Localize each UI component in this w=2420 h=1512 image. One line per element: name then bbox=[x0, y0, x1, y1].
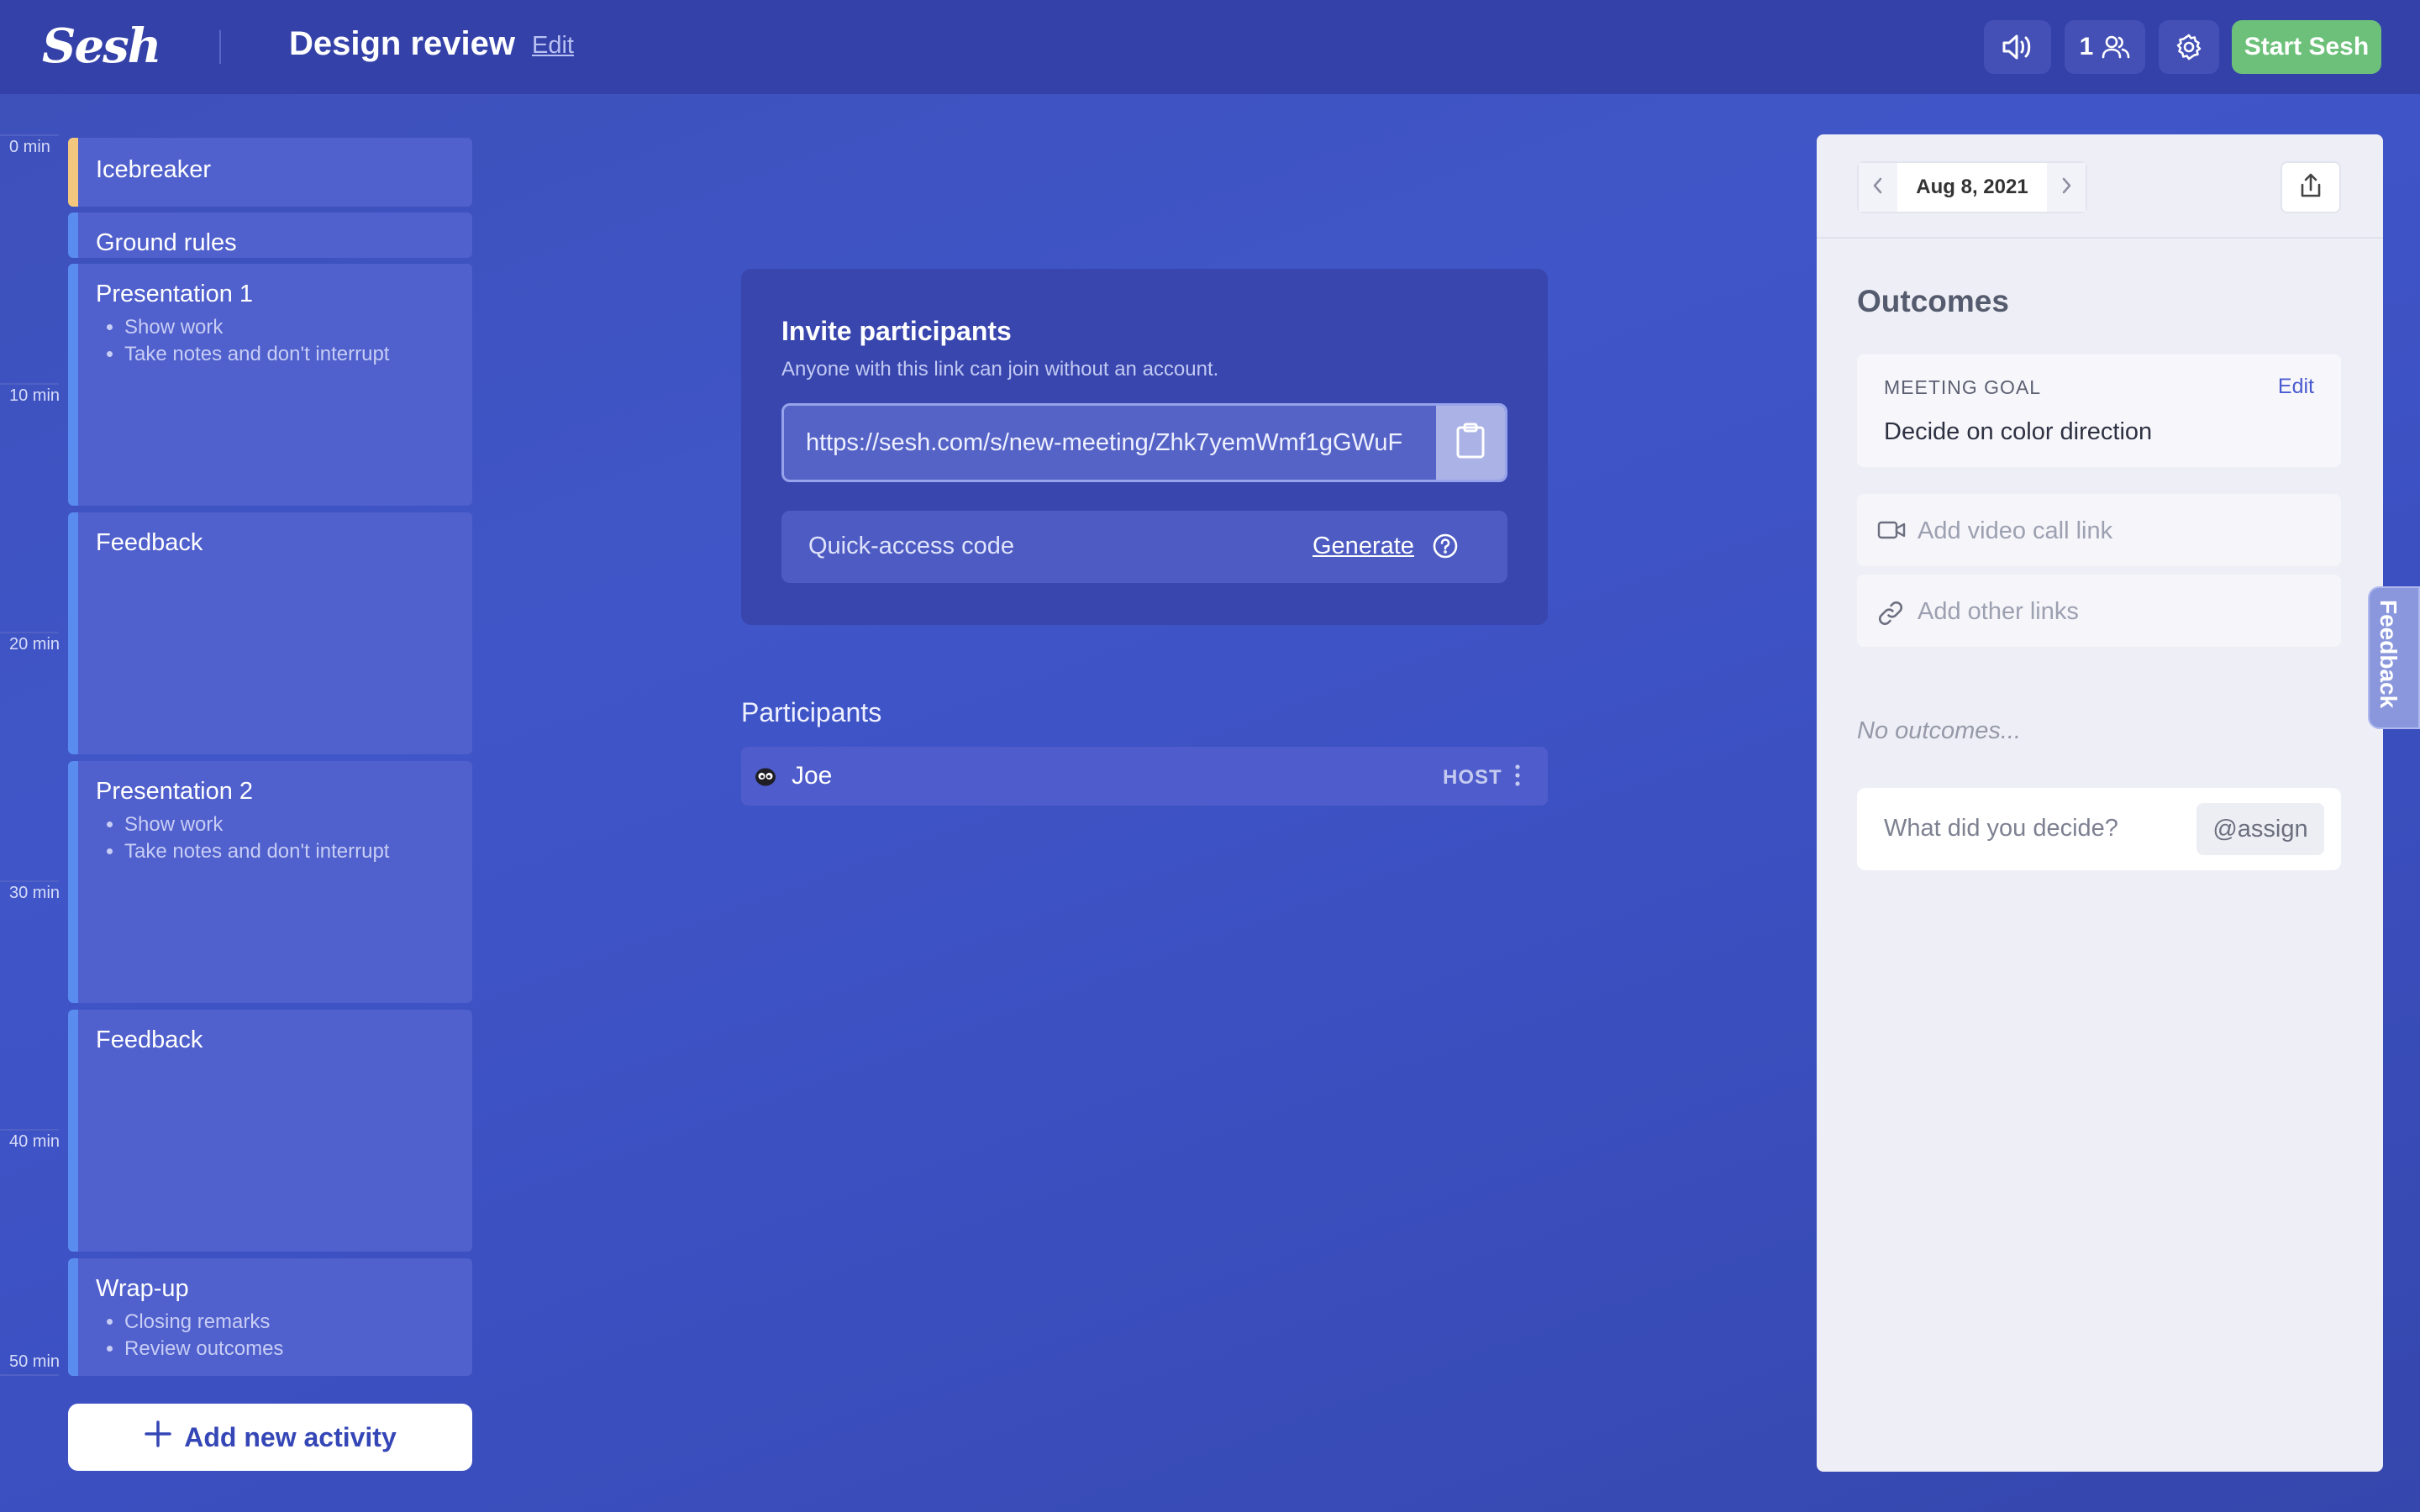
participants-button[interactable]: 1 bbox=[2065, 20, 2145, 74]
participant-row[interactable]: Joe HOST bbox=[741, 747, 1548, 806]
activity-card[interactable]: Feedback bbox=[68, 1010, 472, 1252]
activity-notes: Show work Take notes and don't interrupt bbox=[96, 811, 389, 865]
start-sesh-button[interactable]: Start Sesh bbox=[2232, 20, 2381, 74]
activity-name: Feedback bbox=[96, 529, 203, 556]
activity-note: Review outcomes bbox=[124, 1336, 283, 1362]
chevron-left-icon bbox=[1872, 176, 1884, 199]
panel-toolbar: Aug 8, 2021 bbox=[1817, 134, 2383, 239]
activity-name: Presentation 1 bbox=[96, 281, 254, 307]
timeline-label: 40 min bbox=[9, 1132, 60, 1151]
timeline-label: 50 min bbox=[9, 1352, 60, 1371]
activity-note: Closing remarks bbox=[124, 1309, 283, 1336]
outcomes-heading: Outcomes bbox=[1857, 284, 2009, 318]
add-activity-label: Add new activity bbox=[184, 1421, 397, 1452]
share-button[interactable] bbox=[2281, 161, 2341, 213]
timeline-label: 0 min bbox=[9, 138, 50, 156]
outcomes-panel: Aug 8, 2021 Outcomes MEETING GOAL Edit D… bbox=[1817, 134, 2383, 1472]
host-badge: HOST bbox=[1443, 766, 1502, 789]
activity-note: Show work bbox=[124, 314, 389, 341]
sesh-logo[interactable]: Sesh bbox=[42, 18, 161, 74]
invite-card: Invite participants Anyone with this lin… bbox=[741, 269, 1548, 625]
activity-name: Icebreaker bbox=[96, 156, 212, 183]
decision-input[interactable]: What did you decide? @assign bbox=[1857, 788, 2341, 870]
link-icon bbox=[1877, 600, 1904, 631]
timeline-tick bbox=[0, 632, 59, 633]
add-activity-button[interactable]: Add new activity bbox=[68, 1404, 472, 1471]
generate-code-link[interactable]: Generate bbox=[1313, 533, 1414, 560]
activity-card[interactable]: Wrap-up Closing remarks Review outcomes bbox=[68, 1258, 472, 1376]
meeting-goal-value: Decide on color direction bbox=[1884, 418, 2153, 445]
quick-access-label: Quick-access code bbox=[808, 533, 1014, 559]
add-other-links[interactable]: Add other links bbox=[1857, 575, 2341, 647]
share-icon bbox=[2298, 172, 2323, 203]
timeline-tick bbox=[0, 383, 59, 385]
timeline-tick bbox=[0, 1374, 59, 1376]
activity-notes: Closing remarks Review outcomes bbox=[96, 1309, 283, 1362]
invite-title: Invite participants bbox=[781, 316, 1012, 346]
invite-link-text[interactable]: https://sesh.com/s/new-meeting/Zhk7yemWm… bbox=[806, 429, 1402, 457]
date-picker: Aug 8, 2021 bbox=[1857, 161, 2087, 213]
no-outcomes-text: No outcomes... bbox=[1857, 717, 2022, 744]
feedback-tab-label: Feedback bbox=[2375, 600, 2402, 709]
previous-date-button[interactable] bbox=[1859, 163, 1897, 212]
activity-note: Show work bbox=[124, 811, 389, 838]
timeline-label: 10 min bbox=[9, 386, 60, 405]
header-divider bbox=[219, 30, 221, 64]
activity-card[interactable]: Feedback bbox=[68, 512, 472, 754]
timeline-label: 20 min bbox=[9, 635, 60, 654]
page-title: Design review bbox=[289, 25, 516, 62]
edit-title-link[interactable]: Edit bbox=[532, 32, 574, 60]
activity-name: Presentation 2 bbox=[96, 778, 254, 805]
add-video-call-link[interactable]: Add video call link bbox=[1857, 494, 2341, 566]
clipboard-icon bbox=[1455, 423, 1486, 464]
speaker-icon bbox=[2001, 33, 2034, 61]
settings-button[interactable] bbox=[2159, 20, 2219, 74]
meeting-goal-label: MEETING GOAL bbox=[1884, 376, 2042, 398]
activity-notes: Show work Take notes and don't interrupt bbox=[96, 314, 389, 368]
activity-name: Ground rules bbox=[96, 229, 237, 256]
avatar-icon bbox=[755, 766, 776, 790]
activity-card[interactable]: Presentation 1 Show work Take notes and … bbox=[68, 264, 472, 506]
participant-count: 1 bbox=[2079, 33, 2094, 60]
feedback-tab[interactable]: Feedback bbox=[2368, 586, 2420, 729]
help-icon[interactable] bbox=[1432, 533, 1459, 564]
other-links-placeholder: Add other links bbox=[1918, 598, 2079, 625]
timeline-tick bbox=[0, 880, 59, 882]
invite-subtitle: Anyone with this link can join without a… bbox=[781, 358, 1219, 381]
timeline-label: 30 min bbox=[9, 884, 60, 902]
next-date-button[interactable] bbox=[2047, 163, 2086, 212]
assign-button[interactable]: @assign bbox=[2196, 803, 2324, 855]
quick-access-code-row: Quick-access code Generate bbox=[781, 511, 1507, 583]
timeline-tick bbox=[0, 134, 59, 136]
gear-icon bbox=[2175, 33, 2203, 61]
activity-card[interactable]: Presentation 2 Show work Take notes and … bbox=[68, 761, 472, 1003]
decision-placeholder: What did you decide? bbox=[1884, 815, 2118, 842]
copy-link-button[interactable] bbox=[1436, 406, 1505, 480]
participants-heading: Participants bbox=[741, 697, 882, 727]
plus-icon bbox=[144, 1420, 172, 1455]
activity-note: Take notes and don't interrupt bbox=[124, 341, 389, 368]
activity-card[interactable]: Icebreaker bbox=[68, 138, 472, 207]
activity-note: Take notes and don't interrupt bbox=[124, 838, 389, 865]
participant-name: Joe bbox=[792, 762, 833, 790]
top-bar: Sesh Design review Edit 1 Start Sesh bbox=[0, 0, 2420, 94]
video-camera-icon bbox=[1877, 519, 1906, 545]
meeting-goal-card: MEETING GOAL Edit Decide on color direct… bbox=[1857, 354, 2341, 467]
current-date[interactable]: Aug 8, 2021 bbox=[1897, 176, 2047, 199]
video-call-placeholder: Add video call link bbox=[1918, 517, 2113, 544]
invite-link-field[interactable]: https://sesh.com/s/new-meeting/Zhk7yemWm… bbox=[781, 403, 1507, 482]
timeline-tick bbox=[0, 1129, 59, 1131]
more-options-icon[interactable] bbox=[1512, 760, 1523, 795]
chevron-right-icon bbox=[2060, 176, 2072, 199]
users-icon bbox=[2102, 34, 2130, 60]
activity-name: Wrap-up bbox=[96, 1275, 189, 1302]
edit-goal-link[interactable]: Edit bbox=[2278, 375, 2314, 399]
sound-button[interactable] bbox=[1984, 20, 2051, 74]
activity-card[interactable]: Ground rules bbox=[68, 213, 472, 258]
activity-name: Feedback bbox=[96, 1026, 203, 1053]
